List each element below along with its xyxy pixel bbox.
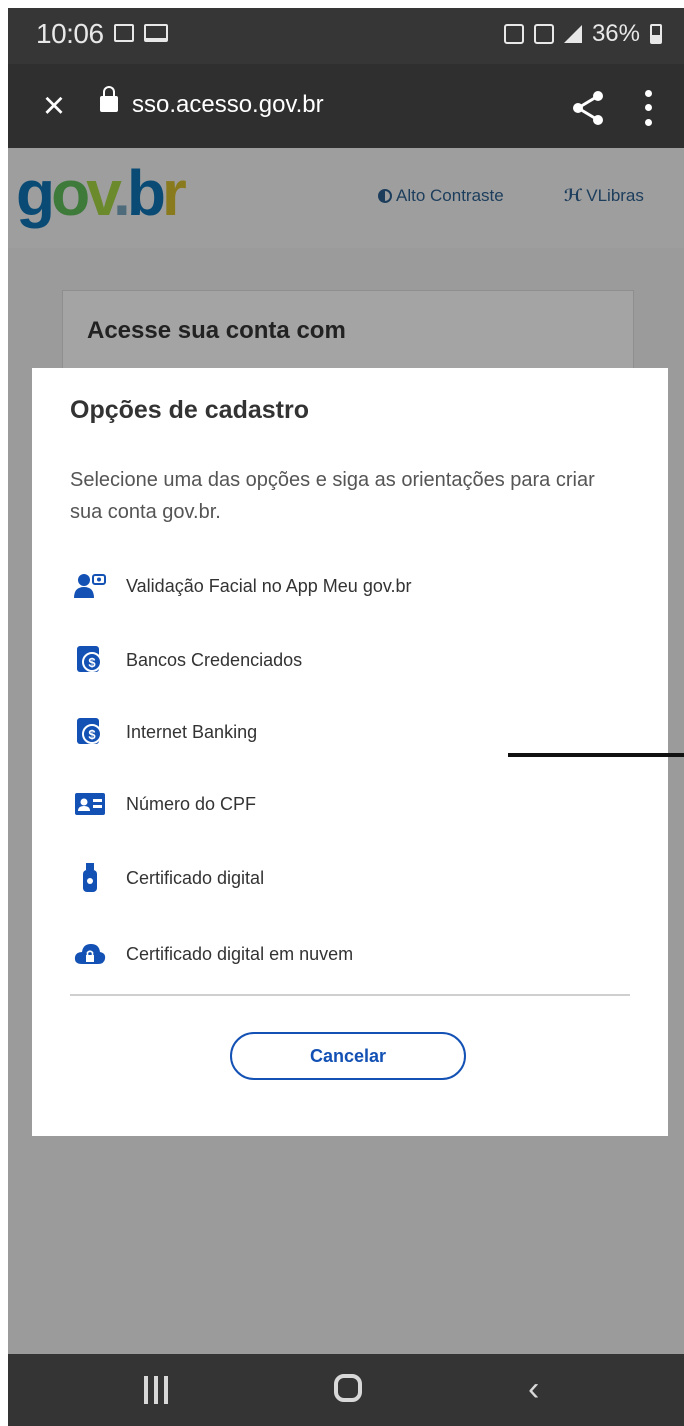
home-button[interactable] bbox=[334, 1374, 362, 1402]
scroll-indicator bbox=[508, 753, 684, 757]
back-button[interactable]: ‹ bbox=[528, 1370, 539, 1409]
phone-screen: 10:06 36% × sso.acesso.gov.br gov.br Alt… bbox=[8, 8, 684, 1426]
svg-text:$: $ bbox=[88, 655, 96, 670]
modal-description: Selecione uma das opções e siga as orien… bbox=[70, 469, 595, 523]
recent-apps-button[interactable] bbox=[144, 1376, 168, 1404]
bank-icon: $ bbox=[70, 640, 110, 680]
registration-options-modal: Opções de cadastro Selecione uma das opç… bbox=[32, 368, 668, 1136]
cloud-icon bbox=[70, 934, 110, 974]
login-card: Acesse sua conta com bbox=[62, 290, 634, 371]
vlibras-label: VLibras bbox=[586, 186, 644, 205]
option-facial-validation[interactable]: Validação Facial no App Meu gov.br bbox=[70, 566, 630, 606]
sign-language-icon: ℋ bbox=[564, 186, 583, 205]
browser-toolbar: × sso.acesso.gov.br bbox=[8, 64, 684, 148]
status-bar: 10:06 36% bbox=[8, 8, 684, 64]
option-label: Bancos Credenciados bbox=[126, 649, 303, 670]
option-label: Certificado digital em nuvem bbox=[126, 943, 354, 964]
share-icon[interactable] bbox=[568, 88, 608, 128]
status-time: 10:06 bbox=[36, 18, 104, 49]
govbr-logo[interactable]: gov.br bbox=[16, 156, 187, 230]
svg-text:$: $ bbox=[88, 727, 96, 742]
site-header: gov.br Alto Contraste ℋ VLibras bbox=[8, 148, 684, 248]
system-icons: 36% bbox=[503, 20, 662, 48]
high-contrast-link[interactable]: Alto Contraste bbox=[378, 186, 504, 206]
option-label: Certificado digital bbox=[126, 867, 265, 888]
nfc-icon bbox=[503, 24, 524, 44]
lock-icon bbox=[100, 86, 118, 112]
modal-title: Opções de cadastro bbox=[70, 396, 309, 424]
cancel-button[interactable]: Cancelar bbox=[230, 1032, 466, 1080]
face-id-icon bbox=[70, 566, 110, 606]
battery-icon bbox=[650, 24, 662, 44]
alarm-icon bbox=[533, 24, 554, 44]
image-notification-icon bbox=[114, 24, 134, 42]
bank-icon: $ bbox=[70, 712, 110, 752]
option-cloud-certificate[interactable]: Certificado digital em nuvem bbox=[70, 934, 630, 974]
option-label: Internet Banking bbox=[126, 721, 258, 742]
option-label: Número do CPF bbox=[126, 793, 257, 814]
battery-percent: 36% bbox=[591, 20, 640, 47]
laptop-notification-icon bbox=[144, 24, 168, 42]
id-card-icon bbox=[70, 784, 110, 824]
close-button[interactable]: × bbox=[34, 86, 74, 126]
login-card-title: Acesse sua conta com bbox=[87, 317, 346, 344]
notification-icons bbox=[114, 24, 168, 42]
signal-icon bbox=[563, 25, 582, 43]
option-cpf-number[interactable]: Número do CPF bbox=[70, 784, 630, 824]
high-contrast-label: Alto Contraste bbox=[396, 186, 504, 205]
contrast-icon bbox=[378, 189, 392, 203]
option-digital-certificate[interactable]: Certificado digital bbox=[70, 858, 630, 898]
option-label: Validação Facial no App Meu gov.br bbox=[126, 575, 412, 596]
vlibras-link[interactable]: ℋ VLibras bbox=[564, 186, 644, 206]
usb-token-icon bbox=[70, 858, 110, 898]
url-text[interactable]: sso.acesso.gov.br bbox=[132, 91, 324, 119]
more-options-icon[interactable] bbox=[636, 86, 660, 130]
android-nav-bar: ‹ bbox=[8, 1354, 684, 1426]
option-accredited-banks[interactable]: $ Bancos Credenciados bbox=[70, 640, 630, 680]
option-internet-banking[interactable]: $ Internet Banking bbox=[70, 712, 630, 752]
divider bbox=[70, 994, 630, 996]
